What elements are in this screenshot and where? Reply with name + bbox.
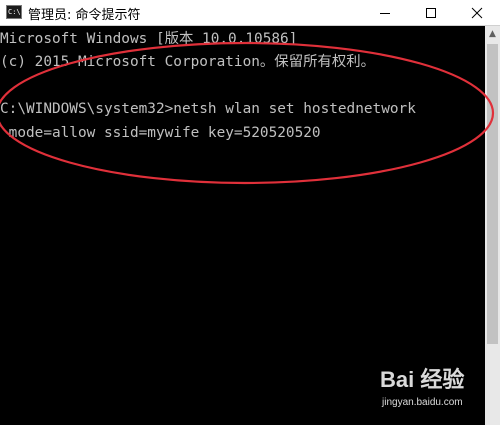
cmd-icon[interactable]: C:\ bbox=[6, 5, 22, 19]
scroll-thumb[interactable] bbox=[487, 44, 498, 344]
minimize-icon bbox=[380, 13, 390, 14]
baidu-watermark: Bai 经验 jingyan.baidu.com bbox=[380, 360, 495, 420]
watermark-brand: Bai 经验 bbox=[380, 367, 465, 392]
maximize-icon bbox=[426, 8, 436, 18]
minimize-button[interactable] bbox=[362, 0, 408, 26]
scroll-up-icon[interactable]: ▲ bbox=[485, 26, 500, 42]
window-title: 管理员: 命令提示符 bbox=[28, 8, 141, 23]
console-line-version: Microsoft Windows [版本 10.0.10586] bbox=[0, 31, 298, 47]
console-line-copyright: (c) 2015 Microsoft Corporation。保留所有权利。 bbox=[0, 54, 376, 70]
watermark-url: jingyan.baidu.com bbox=[382, 397, 463, 408]
console-line-command-args: mode=allow ssid=mywife key=520520520 bbox=[0, 125, 321, 141]
close-icon bbox=[471, 7, 483, 19]
console-line-command: C:\WINDOWS\system32>netsh wlan set hoste… bbox=[0, 101, 416, 117]
title-bar[interactable]: C:\ 管理员: 命令提示符 bbox=[0, 0, 500, 26]
maximize-button[interactable] bbox=[408, 0, 454, 26]
close-button[interactable] bbox=[454, 0, 500, 26]
